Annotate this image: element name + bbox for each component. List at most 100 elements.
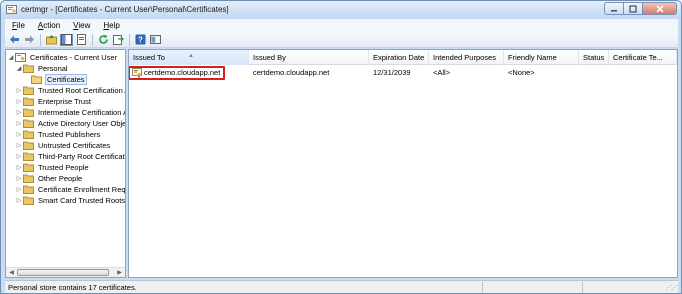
console-tree[interactable]: ◢ Certificates - Current User ◢ Personal… <box>5 49 126 278</box>
tree-item-store[interactable]: ▷ Trusted People <box>15 162 90 173</box>
folder-icon <box>23 108 34 117</box>
status-divider <box>582 282 583 293</box>
column-expiration-date[interactable]: Expiration Date <box>369 50 429 65</box>
up-folder-icon <box>46 35 57 45</box>
expand-arrow-icon[interactable]: ▷ <box>15 109 23 116</box>
tree-item-store[interactable]: ▷ Active Directory User Object <box>15 118 125 129</box>
expand-arrow-icon[interactable]: ▷ <box>15 98 23 105</box>
folder-icon <box>31 75 42 84</box>
tree-item-store[interactable]: ▷ Enterprise Trust <box>15 96 92 107</box>
column-status[interactable]: Status <box>579 50 609 65</box>
expand-arrow-icon[interactable]: ▷ <box>15 87 23 94</box>
tree-item-store[interactable]: ▷ Certificate Enrollment Reques <box>15 184 126 195</box>
expand-arrow-icon[interactable]: ▷ <box>15 142 23 149</box>
column-friendly-name[interactable]: Friendly Name <box>504 50 579 65</box>
up-one-level-button[interactable] <box>45 34 58 46</box>
expand-arrow-icon[interactable]: ▷ <box>15 120 23 127</box>
sort-ascending-icon: ▲ <box>188 53 194 59</box>
expand-arrow-icon[interactable]: ▷ <box>15 175 23 182</box>
list-header: Issued To ▲ Issued By Expiration Date In… <box>129 50 677 65</box>
menu-action[interactable]: Action <box>31 21 66 30</box>
collapse-arrow-icon[interactable]: ◢ <box>15 65 23 72</box>
menu-file[interactable]: File <box>5 21 31 30</box>
tree-item-store[interactable]: ▷ Third-Party Root Certification <box>15 151 126 162</box>
scroll-right-arrow-icon[interactable]: ▶ <box>115 269 124 277</box>
menu-view[interactable]: View <box>66 21 96 30</box>
tree-label-certificates: Certificates <box>45 74 87 85</box>
resize-grip-icon[interactable]: ⋰⋰ <box>665 284 678 292</box>
mmc-console-icon <box>150 35 161 44</box>
export-list-icon <box>113 35 124 45</box>
tree-item-store[interactable]: ▷ Trusted Publishers <box>15 129 101 140</box>
menu-bar: File Action View Help <box>5 19 678 32</box>
tree-label-store: Third-Party Root Certification <box>38 152 126 161</box>
tree-item-store[interactable]: ▷ Trusted Root Certification Au <box>15 85 126 96</box>
certificate-list[interactable]: Issued To ▲ Issued By Expiration Date In… <box>128 49 678 278</box>
expand-arrow-icon[interactable]: ▷ <box>15 131 23 138</box>
title-bar[interactable]: certmgr - [Certificates - Current User\P… <box>1 1 681 19</box>
scroll-left-arrow-icon[interactable]: ◀ <box>7 269 16 277</box>
export-list-button[interactable] <box>112 34 125 46</box>
tree-item-root[interactable]: ◢ Certificates - Current User <box>7 52 118 63</box>
tree-label-store: Trusted Root Certification Au <box>38 86 126 95</box>
status-bar: Personal store contains 17 certificates.… <box>5 280 678 293</box>
column-friendly-name-label: Friendly Name <box>508 53 557 62</box>
folder-icon <box>23 152 34 161</box>
tree-item-store[interactable]: ▷ Untrusted Certificates <box>15 140 111 151</box>
minimize-button[interactable] <box>604 2 624 15</box>
close-icon <box>655 4 664 13</box>
tree-label-store: Trusted People <box>38 163 89 172</box>
maximize-button[interactable] <box>624 2 643 15</box>
back-button[interactable] <box>8 34 21 46</box>
back-arrow-icon <box>10 35 19 44</box>
tree-label-store: Trusted Publishers <box>38 130 101 139</box>
help-button[interactable]: ? <box>134 34 147 46</box>
properties-button[interactable] <box>75 34 88 46</box>
tree-label-personal: Personal <box>38 64 68 73</box>
expand-arrow-icon[interactable]: ▷ <box>15 153 23 160</box>
close-button[interactable] <box>643 2 677 15</box>
tree-item-store[interactable]: ▷ Smart Card Trusted Roots <box>15 195 125 206</box>
certmgr-app-icon <box>6 5 17 14</box>
folder-icon <box>23 141 34 150</box>
tree-label-store: Untrusted Certificates <box>38 141 111 150</box>
menu-action-label: ction <box>43 21 61 30</box>
tree-label-store: Certificate Enrollment Reques <box>38 185 126 194</box>
tree-item-store[interactable]: ▷ Other People <box>15 173 83 184</box>
expand-arrow-icon[interactable]: ▷ <box>15 197 23 204</box>
forward-button[interactable] <box>23 34 36 46</box>
column-intended-purposes[interactable]: Intended Purposes <box>429 50 504 65</box>
column-purposes-label: Intended Purposes <box>433 53 496 62</box>
toolbar-separator <box>129 33 130 46</box>
column-issued-to-label: Issued To <box>133 53 165 62</box>
tree-item-certificates[interactable]: Certificates <box>23 74 87 85</box>
mmc-console-button[interactable] <box>149 34 162 46</box>
menu-help-label: elp <box>109 21 120 30</box>
tree-label-store: Enterprise Trust <box>38 97 91 106</box>
folder-icon <box>23 185 34 194</box>
tree-horizontal-scrollbar[interactable]: ◀ ▶ <box>6 267 125 277</box>
expand-arrow-icon[interactable]: ▷ <box>15 186 23 193</box>
show-hide-tree-icon <box>61 34 72 45</box>
scrollbar-thumb[interactable] <box>17 269 109 276</box>
maximize-icon <box>629 4 637 13</box>
menu-view-label: iew <box>78 21 91 30</box>
tree-item-store[interactable]: ▷ Intermediate Certification Au <box>15 107 125 118</box>
collapse-arrow-icon[interactable]: ◢ <box>7 54 15 61</box>
folder-icon <box>23 86 34 95</box>
folder-open-icon <box>23 64 34 73</box>
column-certificate-template[interactable]: Certificate Te... <box>609 50 677 65</box>
toolbar-separator <box>92 33 93 46</box>
refresh-button[interactable] <box>97 34 110 46</box>
refresh-icon <box>99 34 108 44</box>
column-expiration-label: Expiration Date <box>373 53 425 62</box>
column-issued-to[interactable]: Issued To ▲ <box>129 50 249 65</box>
show-hide-console-tree-button[interactable] <box>60 33 73 46</box>
toolbar: ? <box>5 32 678 48</box>
menu-help[interactable]: Help <box>96 21 125 30</box>
column-issued-by[interactable]: Issued By <box>249 50 369 65</box>
cell-expiration-date: 12/31/2039 <box>373 68 411 77</box>
tree-item-personal[interactable]: ◢ Personal <box>15 63 69 74</box>
expand-arrow-icon[interactable]: ▷ <box>15 164 23 171</box>
folder-icon <box>23 174 34 183</box>
